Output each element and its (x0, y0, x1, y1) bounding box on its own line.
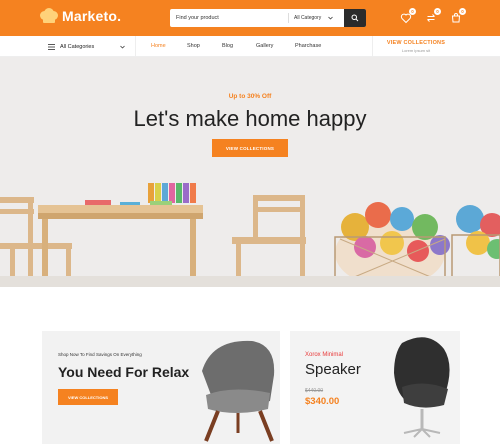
wooden-chair-right (232, 195, 306, 286)
view-collections-title: VIEW COLLECTIONS (386, 40, 446, 46)
compare-count-badge: 0 (434, 8, 441, 15)
hero-title: Let's make home happy (133, 106, 367, 131)
crayon-box-image (148, 183, 196, 203)
cart-button[interactable]: 0 (450, 8, 466, 23)
view-collections-subtitle: Lorem ipsum sit (401, 48, 431, 53)
wishlist-button[interactable]: 0 (400, 8, 416, 24)
hero-floor (0, 276, 500, 287)
promo-card-relax[interactable]: Shop Now To Find Savings On Everything Y… (42, 331, 280, 444)
promo-card-title: Speaker (305, 361, 361, 378)
hero-furniture-illustration (0, 183, 500, 287)
hero-view-collections-button[interactable]: VIEW COLLECTIONS (212, 139, 288, 157)
search-icon (351, 14, 359, 22)
sale-price: $340.00 (305, 396, 340, 407)
nav-link-pharchase[interactable]: Pharchase (295, 43, 321, 49)
egg-chair-image (394, 337, 450, 438)
hero-discount-tag: Up to 30% Off (228, 93, 272, 100)
wooden-table (38, 200, 203, 285)
category-select-label: All Category (294, 15, 322, 21)
promo-card-speaker[interactable]: Xorox Minimal Speaker $440.00 $340.00 (290, 331, 460, 444)
chevron-down-icon (120, 45, 125, 49)
nav-link-shop[interactable]: Shop (187, 43, 200, 49)
logo[interactable]: Marketo. (40, 8, 121, 24)
promo-view-collections-button[interactable]: VIEW COLLECTIONS (58, 389, 118, 405)
hamburger-icon (48, 43, 55, 50)
toy-basket-image (334, 202, 450, 287)
armchair-image (202, 340, 275, 442)
nav-link-gallery[interactable]: Gallery (256, 43, 273, 49)
promo-card-kicker: Xorox Minimal (305, 352, 344, 358)
cart-count-badge: 0 (459, 8, 466, 15)
search-bar: All Category (170, 9, 366, 27)
brand-name: Marketo. (62, 8, 122, 24)
main-nav: All Categories Home Shop Blog Gallery Ph… (0, 36, 500, 57)
category-select[interactable]: All Category (289, 15, 337, 21)
nav-link-blog[interactable]: Blog (222, 43, 233, 49)
old-price: $440.00 (305, 388, 324, 394)
header-actions: 0 0 0 (400, 8, 466, 24)
all-categories-label: All Categories (60, 43, 95, 50)
chef-hat-logo-icon (40, 8, 58, 24)
chevron-down-icon (328, 16, 333, 20)
all-categories-menu[interactable]: All Categories (40, 36, 136, 57)
search-button[interactable] (344, 9, 366, 27)
promo-card-title: You Need For Relax (58, 364, 190, 380)
promo-card-kicker: Shop Now To Find Savings On Everything (58, 352, 142, 357)
toy-basket-right-image (451, 205, 500, 286)
hero-banner: Up to 30% Off Let's make home happy VIEW… (0, 57, 500, 287)
wishlist-count-badge: 0 (409, 8, 416, 15)
compare-button[interactable]: 0 (425, 8, 441, 23)
nav-link-home[interactable]: Home (151, 43, 166, 49)
top-header: Marketo. All Category 0 0 (0, 0, 500, 36)
search-input[interactable] (170, 9, 288, 27)
view-collections-link[interactable]: VIEW COLLECTIONS Lorem ipsum sit (372, 36, 460, 57)
